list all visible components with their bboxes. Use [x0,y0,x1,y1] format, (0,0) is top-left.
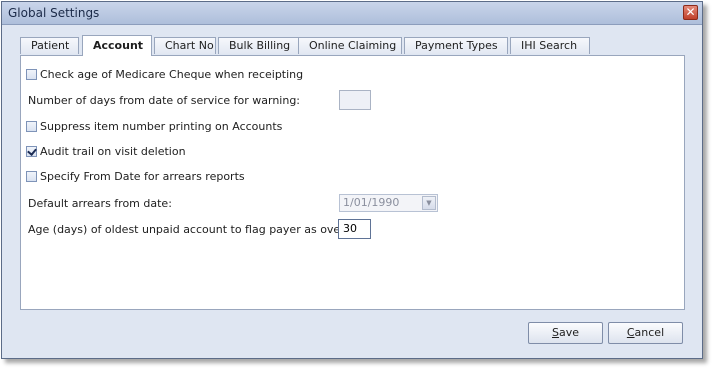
tab-chart-no[interactable]: Chart No [154,37,216,54]
cancel-label: ancel [634,326,665,339]
default-arrears-label: Default arrears from date: [28,197,172,210]
tab-ihi-search[interactable]: IHI Search [510,37,590,54]
audit-trail-row[interactable]: Audit trail on visit deletion [26,145,186,158]
close-icon[interactable]: ✕ [683,5,698,20]
audit-trail-label: Audit trail on visit deletion [40,145,186,158]
check-age-label: Check age of Medicare Cheque when receip… [40,68,304,81]
oldest-unpaid-label: Age (days) of oldest unpaid account to f… [28,223,369,236]
suppress-item-checkbox[interactable] [26,121,37,132]
chevron-down-icon[interactable]: ▼ [422,196,436,210]
default-arrears-row: Default arrears from date: [28,197,172,210]
suppress-item-label: Suppress item number printing on Account… [40,120,283,133]
tab-patient[interactable]: Patient [20,37,79,54]
window-title: Global Settings [8,6,100,20]
default-arrears-date-value: 1/01/1990 [343,196,400,209]
save-button[interactable]: Save [528,322,603,344]
days-warning-field[interactable] [339,90,371,110]
check-age-checkbox[interactable] [26,69,37,80]
oldest-unpaid-row: Age (days) of oldest unpaid account to f… [28,223,369,236]
days-warning-label: Number of days from date of service for … [28,94,301,107]
audit-trail-checkbox[interactable] [26,146,37,157]
save-label: ave [558,326,579,339]
oldest-unpaid-input[interactable]: 30 [338,219,371,239]
cancel-button[interactable]: Cancel [608,322,683,344]
cancel-accel: C [626,326,635,339]
specify-from-row[interactable]: Specify From Date for arrears reports [26,170,245,183]
days-warning-row: Number of days from date of service for … [28,94,300,107]
tab-account[interactable]: Account [82,35,152,56]
check-age-row[interactable]: Check age of Medicare Cheque when receip… [26,68,303,81]
tab-online-claiming[interactable]: Online Claiming [298,37,402,54]
suppress-item-row[interactable]: Suppress item number printing on Account… [26,120,282,133]
tab-payment-types[interactable]: Payment Types [404,37,508,54]
default-arrears-date-picker[interactable]: 1/01/1990 ▼ [339,194,438,212]
specify-from-checkbox[interactable] [26,171,37,182]
title-bar[interactable]: Global Settings ✕ [2,2,702,25]
specify-from-label: Specify From Date for arrears reports [40,170,245,183]
tab-bulk-billing[interactable]: Bulk Billing [218,37,300,54]
save-accel: S [551,326,559,339]
